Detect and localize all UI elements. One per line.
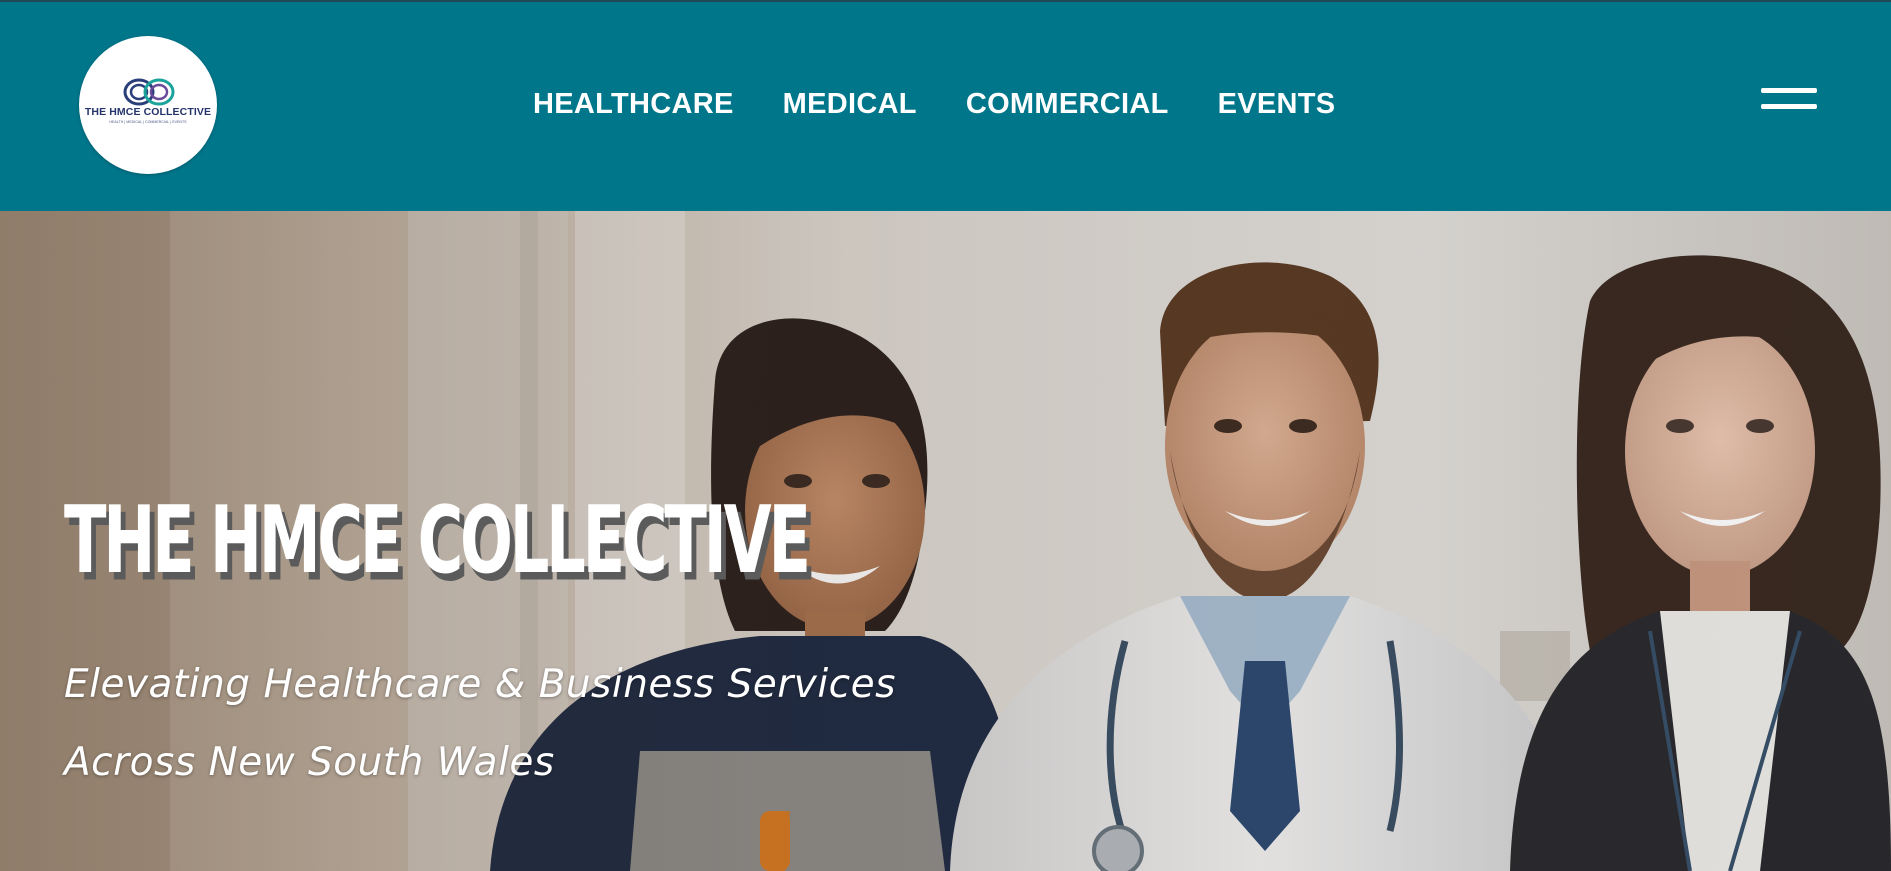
- main-nav: HEALTHCARE MEDICAL COMMERCIAL EVENTS: [533, 84, 1335, 124]
- nav-item-medical[interactable]: MEDICAL: [783, 88, 917, 121]
- page: THE HMCE COLLECTIVE HEALTH | MEDICAL | C…: [0, 0, 1891, 871]
- menu-bar: [1761, 88, 1817, 93]
- hero-subtitle-line-2: Across New South Wales: [64, 740, 555, 785]
- hero-banner: THE HMCE COLLECTIVE Elevating Healthcare…: [0, 211, 1891, 871]
- nav-item-commercial[interactable]: COMMERCIAL: [966, 88, 1169, 121]
- site-header: THE HMCE COLLECTIVE HEALTH | MEDICAL | C…: [0, 0, 1891, 211]
- logo-wordmark: THE HMCE COLLECTIVE: [84, 106, 212, 118]
- nav-item-events[interactable]: EVENTS: [1218, 88, 1336, 121]
- hero-title: THE HMCE COLLECTIVE: [64, 485, 811, 595]
- menu-bar: [1761, 104, 1817, 109]
- brand-logo[interactable]: THE HMCE COLLECTIVE HEALTH | MEDICAL | C…: [79, 36, 217, 174]
- logo-tagline: HEALTH | MEDICAL | COMMERCIAL | EVENTS: [109, 120, 187, 124]
- hamburger-menu-icon[interactable]: [1756, 86, 1817, 114]
- hero-subtitle-line-1: Elevating Healthcare & Business Services: [64, 662, 896, 707]
- nav-item-healthcare[interactable]: HEALTHCARE: [533, 88, 734, 121]
